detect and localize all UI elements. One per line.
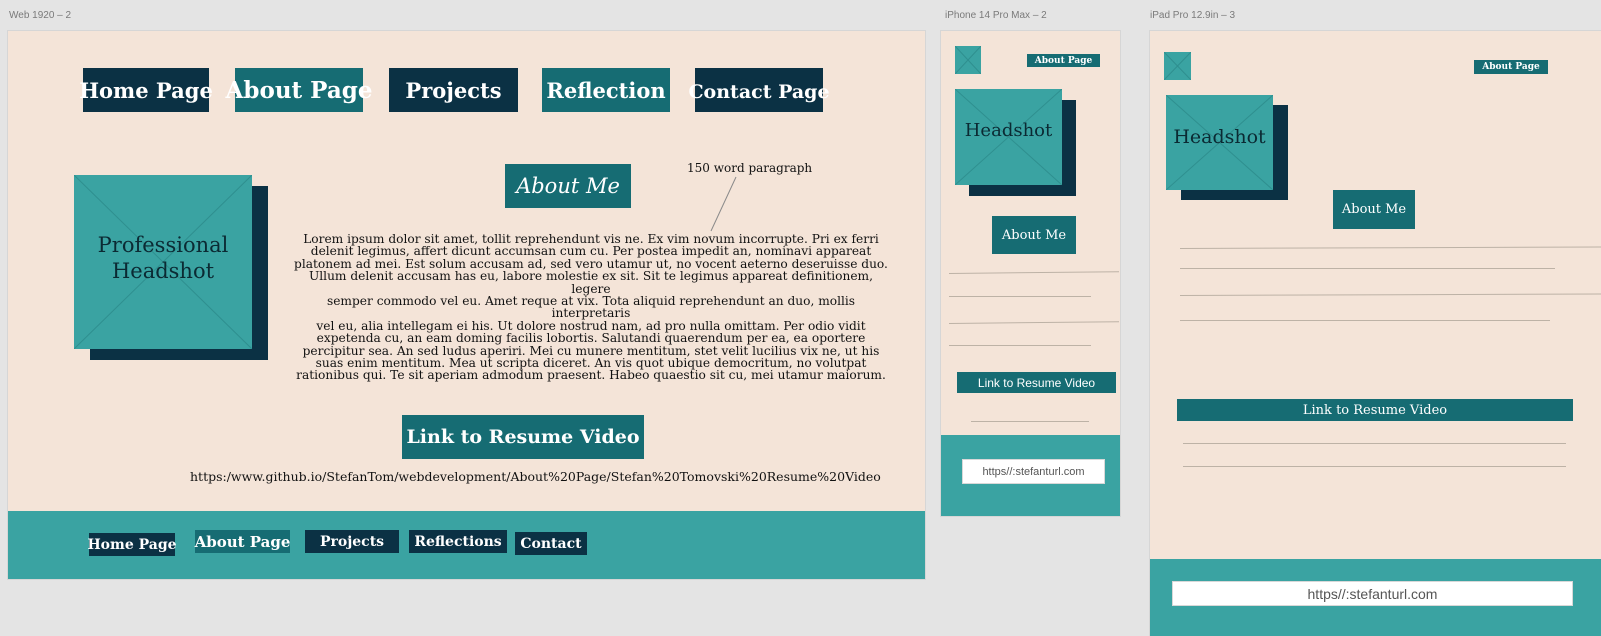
ipad-url-field[interactable]: https//:stefanturl.com <box>1172 581 1573 606</box>
footer-nav-projects[interactable]: Projects <box>305 530 399 553</box>
resume-video-button[interactable]: Link to Resume Video <box>402 415 644 459</box>
phone-about-me-heading: About Me <box>992 216 1076 254</box>
phone-nav-about-page[interactable]: About Page <box>1027 54 1100 67</box>
paragraph-line: semper commodo vel eu. Amet reque at vix… <box>326 294 856 321</box>
nav-about-page[interactable]: About Page <box>226 68 372 112</box>
phone-artboard-label: iPhone 14 Pro Max – 2 <box>945 10 1047 21</box>
paragraph-line: delenit legimus, affert dicunt accumsan … <box>310 244 872 259</box>
paragraph-line: Ullum delenit accusam has eu, labore mol… <box>309 269 873 296</box>
resume-video-url[interactable]: https:/www.github.io/StefanTom/webdevelo… <box>190 469 881 484</box>
phone-footer: https//:stefanturl.com <box>941 435 1120 516</box>
about-paragraph: Lorem ipsum dolor sit amet, tollit repre… <box>289 233 893 382</box>
web-artboard-label: Web 1920 – 2 <box>9 10 72 21</box>
headshot-image-placeholder: Headshot <box>955 89 1062 185</box>
footer-nav-contact[interactable]: Contact <box>515 532 587 555</box>
phone-headshot: Headshot <box>955 89 1076 196</box>
footer-nav-reflections[interactable]: Reflections <box>409 530 507 553</box>
text-placeholder-line <box>1183 443 1566 444</box>
text-placeholder-line <box>1180 320 1550 321</box>
headshot-label: Headshot <box>964 120 1053 141</box>
headshot-image-placeholder: Headshot <box>1166 95 1273 190</box>
professional-headshot: Professional Headshot <box>74 175 268 360</box>
text-placeholder-line <box>949 271 1120 274</box>
nav-contact-page[interactable]: Contact Page <box>688 68 830 112</box>
headshot-label-line1: Professional <box>97 233 229 257</box>
menu-image-icon[interactable] <box>1164 52 1191 80</box>
paragraph-annotation: 150 word paragraph <box>687 161 813 175</box>
phone-url-field[interactable]: https//:stefanturl.com <box>962 459 1105 484</box>
text-placeholder-line <box>1180 246 1601 249</box>
nav-home-page[interactable]: Home Page <box>79 68 213 112</box>
about-me-heading: About Me <box>505 164 631 208</box>
ipad-resume-video-button[interactable]: Link to Resume Video <box>1177 399 1573 421</box>
web-artboard[interactable]: Home Page About Page Projects Reflection… <box>8 31 925 579</box>
text-placeholder-line <box>949 321 1120 324</box>
text-placeholder-line <box>971 421 1089 422</box>
ipad-footer: https//:stefanturl.com <box>1150 559 1601 636</box>
phone-artboard[interactable]: About Page Headshot About Me Link to Res… <box>941 31 1120 516</box>
text-placeholder-line <box>949 296 1091 297</box>
web-footer: Home Page About Page Projects Reflection… <box>8 511 925 579</box>
text-placeholder-line <box>1180 268 1555 269</box>
footer-nav-home-page[interactable]: Home Page <box>87 533 177 556</box>
text-placeholder-line <box>949 345 1091 346</box>
headshot-label: Headshot <box>1173 126 1266 148</box>
paragraph-line: expetenda cu, an eam doming facilis lobo… <box>316 331 866 346</box>
ipad-artboard[interactable]: About Page Headshot About Me Link to Res… <box>1150 31 1601 636</box>
phone-resume-video-button[interactable]: Link to Resume Video <box>957 372 1116 393</box>
ipad-nav-about-page[interactable]: About Page <box>1474 60 1548 74</box>
footer-nav-about-page[interactable]: About Page <box>195 530 290 553</box>
text-placeholder-line <box>1180 293 1601 296</box>
nav-projects[interactable]: Projects <box>389 68 518 112</box>
ipad-headshot: Headshot <box>1166 95 1288 200</box>
ipad-artboard-label: iPad Pro 12.9in – 3 <box>1150 10 1236 21</box>
nav-reflection[interactable]: Reflection <box>542 68 670 112</box>
text-placeholder-line <box>1183 466 1566 467</box>
ipad-about-me-heading: About Me <box>1333 190 1415 229</box>
menu-image-icon[interactable] <box>955 46 981 74</box>
headshot-image-placeholder: Professional Headshot <box>74 175 252 349</box>
paragraph-line: rationibus qui. Te sit aperiam admodum p… <box>296 368 886 383</box>
headshot-label-line2: Headshot <box>111 259 215 283</box>
